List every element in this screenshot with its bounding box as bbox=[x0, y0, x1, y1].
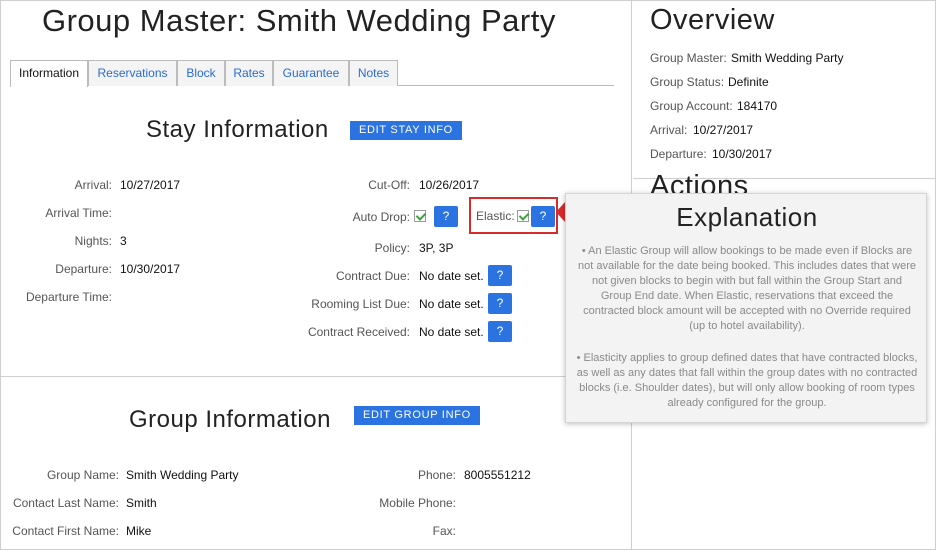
phone-label: Phone: bbox=[417, 468, 456, 482]
overview-group-master-label: Group Master: bbox=[650, 51, 727, 65]
phone-value: 8005551212 bbox=[464, 468, 531, 482]
overview-title: Overview bbox=[650, 4, 775, 36]
overview-group-account-label: Group Account: bbox=[650, 99, 733, 113]
overview-group-account-value: 184170 bbox=[737, 99, 778, 113]
popover-paragraph-1: • An Elastic Group will allow bookings t… bbox=[578, 245, 916, 332]
tab-bar: Information Reservations Block Rates Gua… bbox=[10, 60, 614, 87]
contract-due-help-button[interactable]: ? bbox=[488, 265, 512, 286]
tab-information[interactable]: Information bbox=[10, 60, 88, 87]
overview-departure-value: 10/30/2017 bbox=[712, 147, 773, 161]
tab-block[interactable]: Block bbox=[177, 60, 225, 86]
group-name-value: Smith Wedding Party bbox=[126, 468, 239, 482]
popover-paragraph-2: • Elasticity applies to group defined da… bbox=[576, 352, 918, 409]
mobile-phone-label: Mobile Phone: bbox=[379, 496, 456, 510]
main-panel: Group Master: Smith Wedding Party Inform… bbox=[0, 0, 632, 550]
arrival-label: Arrival: bbox=[74, 178, 112, 192]
group-info-title: Group Information bbox=[129, 406, 331, 433]
tab-guarantee[interactable]: Guarantee bbox=[273, 60, 349, 86]
nights-value: 3 bbox=[120, 234, 127, 248]
overview-group-master-value: Smith Wedding Party bbox=[731, 51, 844, 65]
tab-rates[interactable]: Rates bbox=[225, 60, 273, 86]
section-divider bbox=[0, 376, 632, 377]
page-title: Group Master: Smith Wedding Party bbox=[42, 3, 556, 38]
overview-arrival-value: 10/27/2017 bbox=[693, 123, 754, 137]
cutoff-label: Cut-Off: bbox=[368, 178, 410, 192]
edit-stay-info-button[interactable]: EDIT STAY INFO bbox=[350, 121, 462, 140]
departure-label: Departure: bbox=[55, 262, 112, 276]
departure-value: 10/30/2017 bbox=[120, 262, 181, 276]
auto-drop-checkbox[interactable] bbox=[414, 210, 426, 222]
arrival-time-label: Arrival Time: bbox=[45, 206, 112, 220]
contact-last-name-value: Smith bbox=[126, 496, 157, 510]
policy-value: 3P, 3P bbox=[419, 241, 454, 255]
group-name-label: Group Name: bbox=[46, 468, 119, 482]
nights-label: Nights: bbox=[74, 234, 112, 248]
contract-received-value: No date set. bbox=[419, 325, 484, 339]
contact-first-name-value: Mike bbox=[126, 524, 152, 538]
fax-label: Fax: bbox=[432, 524, 456, 538]
contact-last-name-label: Contact Last Name: bbox=[12, 496, 119, 510]
rooming-list-due-value: No date set. bbox=[419, 297, 484, 311]
contract-due-value: No date set. bbox=[419, 269, 484, 283]
auto-drop-label: Auto Drop: bbox=[352, 210, 410, 224]
overview-arrival-label: Arrival: bbox=[650, 123, 688, 137]
elastic-highlight-box bbox=[469, 197, 558, 234]
cutoff-value: 10/26/2017 bbox=[419, 178, 480, 192]
rooming-list-due-label: Rooming List Due: bbox=[311, 297, 410, 311]
edit-group-info-button[interactable]: EDIT GROUP INFO bbox=[354, 406, 480, 425]
overview-group-status-value: Definite bbox=[728, 75, 769, 89]
overview-departure-label: Departure: bbox=[650, 147, 707, 161]
departure-time-label: Departure Time: bbox=[25, 290, 112, 304]
auto-drop-help-button[interactable]: ? bbox=[434, 206, 458, 227]
rooming-list-due-help-button[interactable]: ? bbox=[488, 293, 512, 314]
overview-group-status-label: Group Status: bbox=[650, 75, 725, 89]
tab-notes[interactable]: Notes bbox=[349, 60, 398, 86]
tab-reservations[interactable]: Reservations bbox=[88, 60, 177, 86]
arrival-value: 10/27/2017 bbox=[120, 178, 181, 192]
contract-received-label: Contract Received: bbox=[307, 325, 410, 339]
policy-label: Policy: bbox=[374, 241, 410, 255]
contract-due-label: Contract Due: bbox=[335, 269, 410, 283]
contract-received-help-button[interactable]: ? bbox=[488, 321, 512, 342]
stay-info-title: Stay Information bbox=[146, 116, 329, 143]
explanation-popover: Explanation • An Elastic Group will allo… bbox=[565, 193, 927, 423]
highlight-arrow bbox=[556, 202, 565, 222]
contact-first-name-label: Contact First Name: bbox=[12, 524, 119, 538]
popover-title: Explanation bbox=[676, 202, 818, 232]
